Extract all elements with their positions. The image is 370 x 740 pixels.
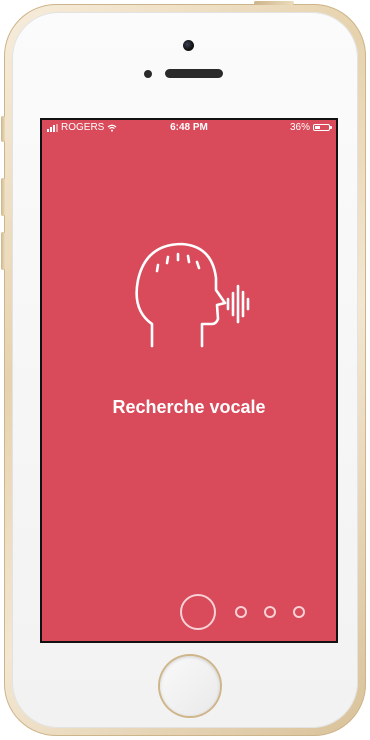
mute-switch: [1, 116, 5, 142]
battery-percent: 36%: [289, 122, 310, 133]
page-dot-1[interactable]: [180, 594, 216, 630]
power-button: [254, 1, 294, 5]
onboarding-title: Recherche vocale: [112, 397, 266, 417]
page-dot-3[interactable]: [264, 606, 276, 618]
battery-level-fill: [315, 126, 320, 129]
proximity-sensor: [144, 70, 152, 78]
page-dot-4[interactable]: [293, 606, 305, 618]
voice-search-head-icon: [135, 242, 250, 348]
front-camera: [183, 40, 194, 51]
status-bar: ROGERS 6:48 PM 36%: [42, 120, 336, 136]
status-right: 36%: [289, 122, 332, 133]
home-button[interactable]: [160, 656, 220, 716]
volume-up-button: [1, 178, 5, 216]
page-dot-2[interactable]: [235, 606, 247, 618]
screen: ROGERS 6:48 PM 36% Recherche vocale: [40, 118, 338, 643]
page-indicator: [42, 592, 336, 632]
earpiece-speaker: [165, 69, 223, 78]
volume-down-button: [1, 232, 5, 270]
battery-icon: [313, 124, 332, 131]
